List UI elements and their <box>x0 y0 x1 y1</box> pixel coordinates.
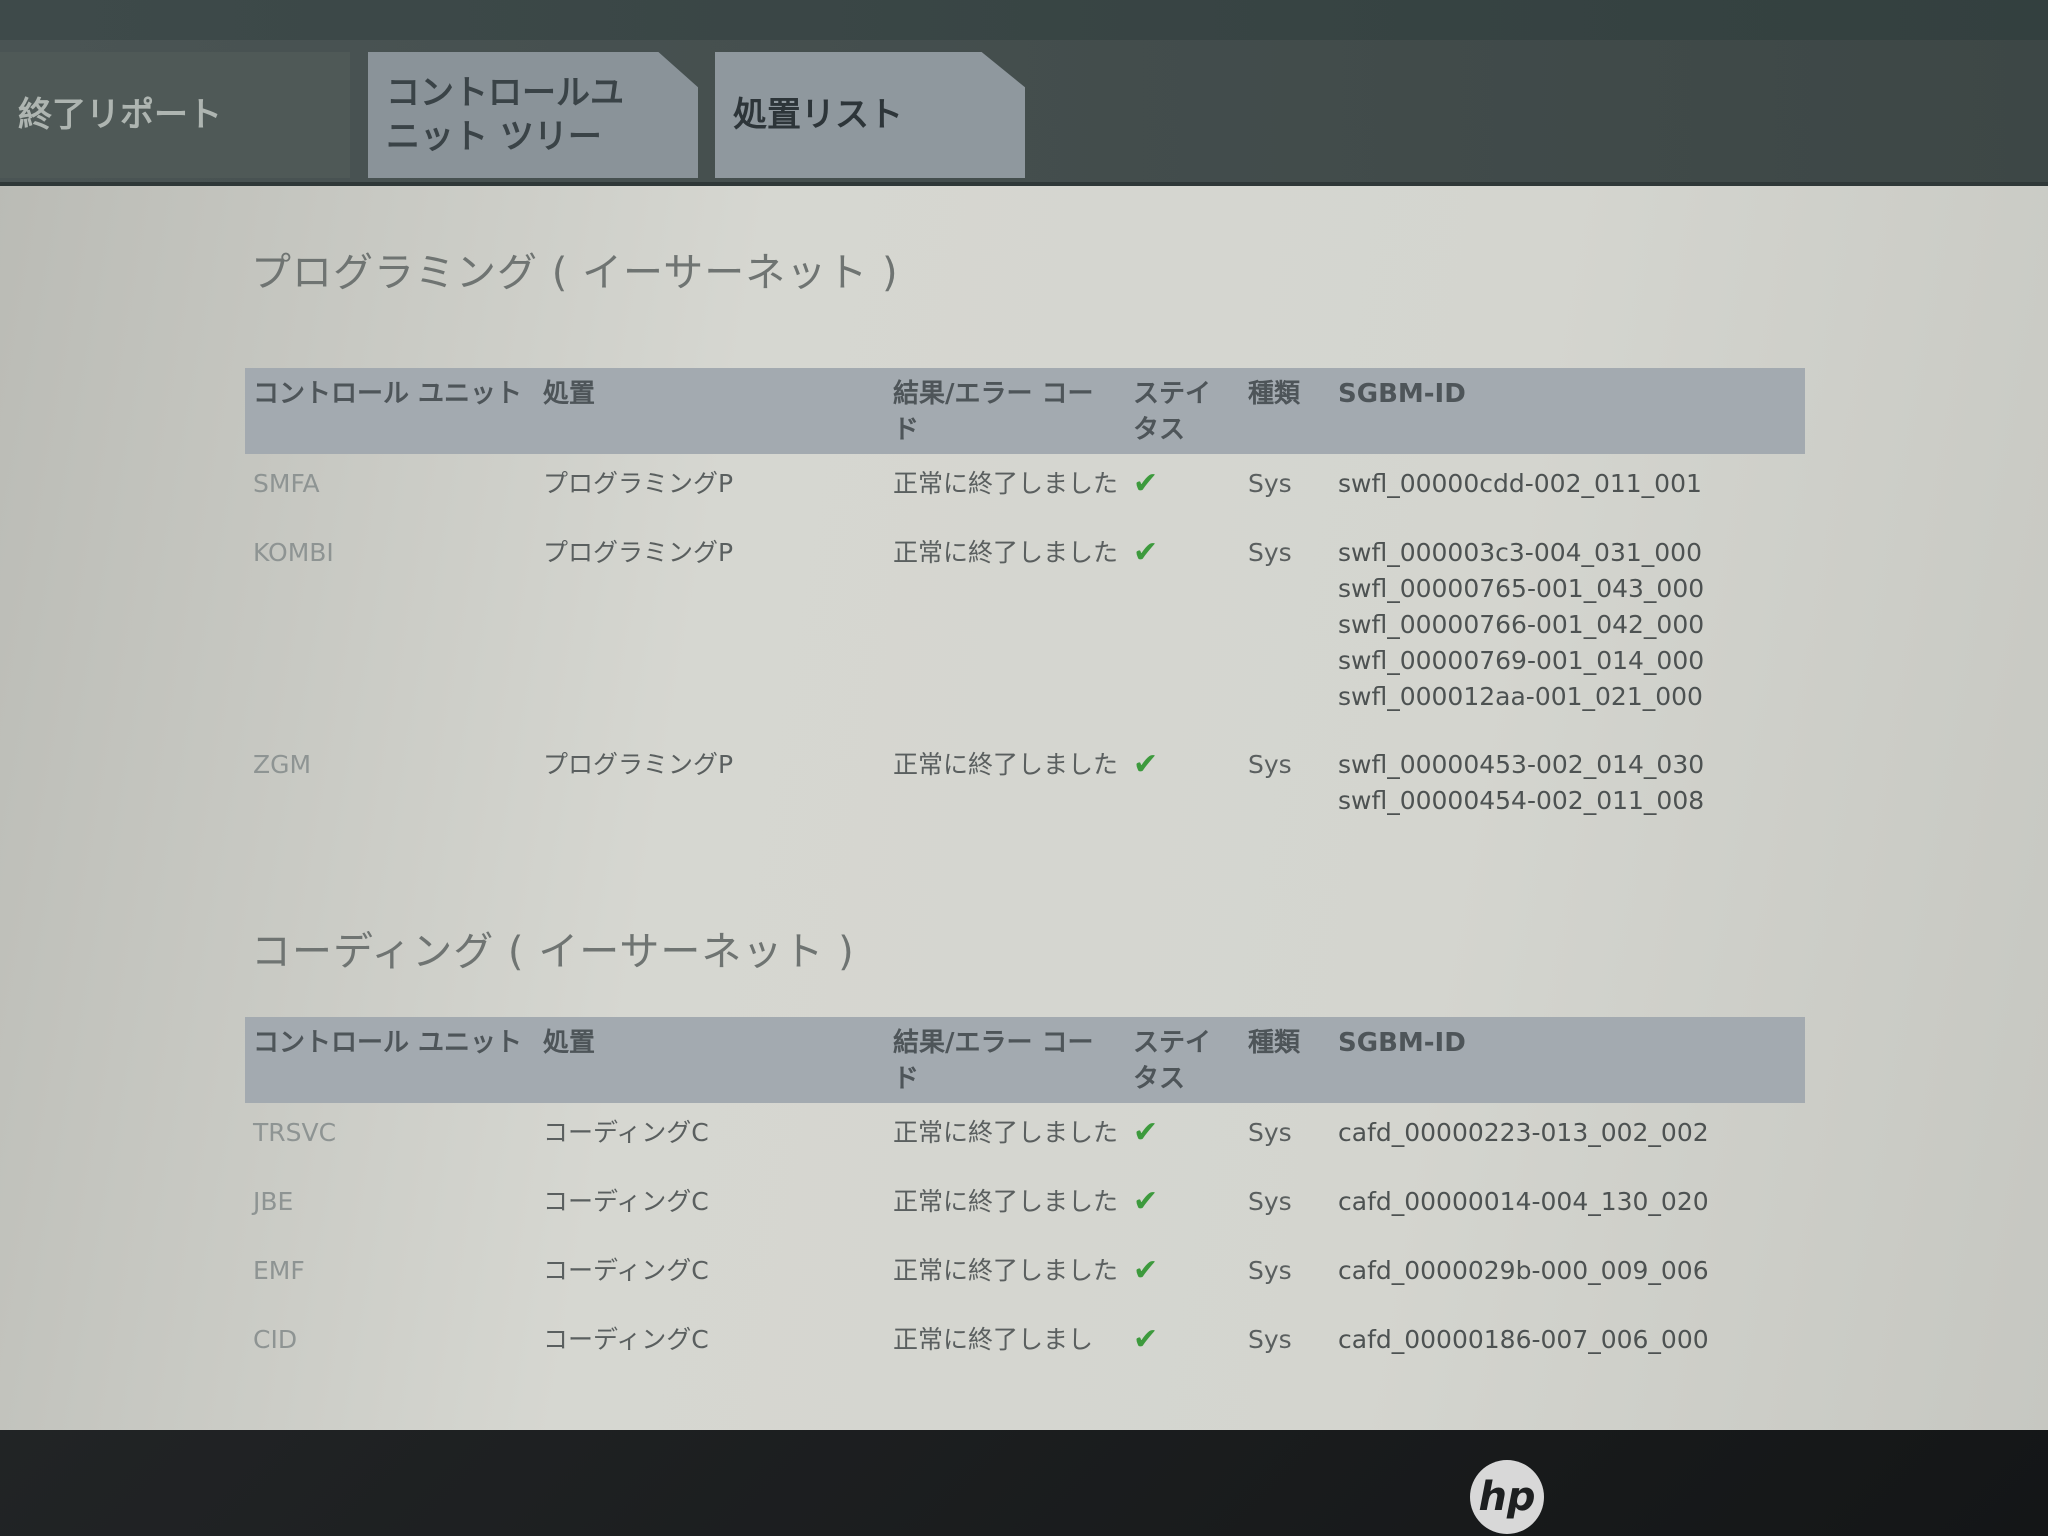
check-icon: ✔ <box>1133 535 1159 570</box>
sgbm-id-cell: cafd_00000014-004_130_020 <box>1330 1172 1805 1241</box>
sgbm-id-cell: swfl_00000cdd-002_011_001 <box>1330 454 1805 523</box>
status-cell: ✔ <box>1125 1172 1240 1241</box>
table-row: CID コーディングC 正常に終了しまし ✔ Sys cafd_00000186… <box>245 1310 1805 1379</box>
result-text: 正常に終了しました <box>893 538 1119 567</box>
tab-action-list[interactable]: 処置リスト <box>715 52 1025 178</box>
result-text: 正常に終了しました <box>893 1256 1119 1285</box>
type-text: Sys <box>1248 538 1292 567</box>
sgbm-id-cell: cafd_0000029b-000_009_006 <box>1330 1241 1805 1310</box>
header-result: 結果/エラー コード <box>885 368 1125 454</box>
sgbm-id-cell: cafd_00000223-013_002_002 <box>1330 1103 1805 1172</box>
sgbm-id: swfl_00000769-001_014_000 <box>1338 646 1705 675</box>
action-name: コーディングC <box>543 1187 709 1216</box>
table-row: JBE コーディングC 正常に終了しました ✔ Sys cafd_0000001… <box>245 1172 1805 1241</box>
coding-section: コーディング ( イーサーネット ) コントロール ユニット 処置 結果/エラー… <box>245 919 1805 1379</box>
result-text: 正常に終了しまし <box>893 1325 1094 1354</box>
coding-table: コントロール ユニット 処置 結果/エラー コード ステイタス 種類 SGBM-… <box>245 1017 1805 1379</box>
header-type: 種類 <box>1240 368 1330 454</box>
unit-name: ZGM <box>253 750 312 779</box>
check-icon: ✔ <box>1133 747 1159 782</box>
status-cell: ✔ <box>1125 1241 1240 1310</box>
result-text: 正常に終了しました <box>893 469 1119 498</box>
status-cell: ✔ <box>1125 523 1240 735</box>
check-icon: ✔ <box>1133 1322 1159 1357</box>
programming-title: プログラミング ( イーサーネット ) <box>251 250 899 296</box>
sgbm-id: cafd_00000014-004_130_020 <box>1338 1187 1709 1216</box>
sgbm-id: cafd_00000186-007_006_000 <box>1338 1325 1709 1354</box>
header-sgbm-id: SGBM-ID <box>1330 368 1805 454</box>
sgbm-id: swfl_00000cdd-002_011_001 <box>1338 469 1702 498</box>
status-cell: ✔ <box>1125 1103 1240 1172</box>
unit-name: EMF <box>253 1256 305 1285</box>
table-row: KOMBI プログラミングP 正常に終了しました ✔ Sys swfl_0000… <box>245 523 1805 735</box>
tab-action-list-label: 処置リスト <box>733 95 903 135</box>
action-name: プログラミングP <box>543 538 734 567</box>
type-text: Sys <box>1248 469 1292 498</box>
header-status: ステイタス <box>1125 368 1240 454</box>
type-text: Sys <box>1248 1256 1292 1285</box>
hp-logo: hp <box>1470 1460 1544 1534</box>
status-cell: ✔ <box>1125 735 1240 839</box>
sgbm-id: swfl_000012aa-001_021_000 <box>1338 682 1703 711</box>
table-row: SMFA プログラミングP 正常に終了しました ✔ Sys swfl_00000… <box>245 454 1805 523</box>
header-control-unit: コントロール ユニット <box>245 1017 535 1103</box>
check-icon: ✔ <box>1133 1184 1159 1219</box>
result-text: 正常に終了しました <box>893 1118 1119 1147</box>
table-row: EMF コーディングC 正常に終了しました ✔ Sys cafd_0000029… <box>245 1241 1805 1310</box>
type-text: Sys <box>1248 750 1292 779</box>
type-text: Sys <box>1248 1118 1292 1147</box>
tab-control-unit-tree-label: コントロールユニット ツリー <box>386 73 624 157</box>
sgbm-id: swfl_00000765-001_043_000 <box>1338 574 1705 603</box>
action-name: コーディングC <box>543 1118 709 1147</box>
screen: 終了リポート コントロールユニット ツリー 処置リスト プログラミング ( イー… <box>0 0 2048 1430</box>
coding-header-row: コントロール ユニット 処置 結果/エラー コード ステイタス 種類 SGBM-… <box>245 1017 1805 1103</box>
sgbm-id: swfl_00000453-002_014_030 <box>1338 750 1705 779</box>
action-name: コーディングC <box>543 1325 709 1354</box>
table-row: ZGM プログラミングP 正常に終了しました ✔ Sys swfl_000004… <box>245 735 1805 839</box>
tab-final-report-label: 終了リポート <box>18 95 222 135</box>
result-text: 正常に終了しました <box>893 750 1119 779</box>
result-text: 正常に終了しました <box>893 1187 1119 1216</box>
unit-name: KOMBI <box>253 538 334 567</box>
header-action: 処置 <box>535 1017 885 1103</box>
check-icon: ✔ <box>1133 466 1159 501</box>
type-text: Sys <box>1248 1325 1292 1354</box>
header-control-unit: コントロール ユニット <box>245 368 535 454</box>
header-action: 処置 <box>535 368 885 454</box>
check-icon: ✔ <box>1133 1253 1159 1288</box>
programming-section: プログラミング ( イーサーネット ) コントロール ユニット 処置 結果/エラ… <box>245 240 1805 839</box>
tab-final-report[interactable]: 終了リポート <box>0 52 350 178</box>
action-name: コーディングC <box>543 1256 709 1285</box>
unit-name: JBE <box>253 1187 294 1216</box>
action-name: プログラミングP <box>543 750 734 779</box>
sgbm-id-cell: cafd_00000186-007_006_000 <box>1330 1310 1805 1379</box>
table-row: TRSVC コーディングC 正常に終了しました ✔ Sys cafd_00000… <box>245 1103 1805 1172</box>
sgbm-id: swfl_00000454-002_011_008 <box>1338 786 1705 815</box>
unit-name: SMFA <box>253 469 320 498</box>
unit-name: CID <box>253 1325 298 1354</box>
type-text: Sys <box>1248 1187 1292 1216</box>
tab-bar: 終了リポート コントロールユニット ツリー 処置リスト <box>0 40 2048 186</box>
report-content: プログラミング ( イーサーネット ) コントロール ユニット 処置 結果/エラ… <box>245 240 1805 1379</box>
programming-header-row: コントロール ユニット 処置 結果/エラー コード ステイタス 種類 SGBM-… <box>245 368 1805 454</box>
sgbm-id: swfl_000003c3-004_031_000 <box>1338 538 1702 567</box>
action-name: プログラミングP <box>543 469 734 498</box>
sgbm-id: cafd_0000029b-000_009_006 <box>1338 1256 1709 1285</box>
header-sgbm-id: SGBM-ID <box>1330 1017 1805 1103</box>
check-icon: ✔ <box>1133 1115 1159 1150</box>
coding-title: コーディング ( イーサーネット ) <box>251 929 855 975</box>
status-cell: ✔ <box>1125 1310 1240 1379</box>
sgbm-id: cafd_00000223-013_002_002 <box>1338 1118 1709 1147</box>
header-type: 種類 <box>1240 1017 1330 1103</box>
sgbm-id-cell: swfl_000003c3-004_031_000 swfl_00000765-… <box>1330 523 1805 735</box>
sgbm-id: swfl_00000766-001_042_000 <box>1338 610 1705 639</box>
header-result: 結果/エラー コード <box>885 1017 1125 1103</box>
monitor: 終了リポート コントロールユニット ツリー 処置リスト プログラミング ( イー… <box>0 0 2048 1536</box>
tab-control-unit-tree[interactable]: コントロールユニット ツリー <box>368 52 698 178</box>
unit-name: TRSVC <box>253 1118 337 1147</box>
header-status: ステイタス <box>1125 1017 1240 1103</box>
sgbm-id-cell: swfl_00000453-002_014_030 swfl_00000454-… <box>1330 735 1805 839</box>
status-cell: ✔ <box>1125 454 1240 523</box>
programming-table: コントロール ユニット 処置 結果/エラー コード ステイタス 種類 SGBM-… <box>245 368 1805 839</box>
